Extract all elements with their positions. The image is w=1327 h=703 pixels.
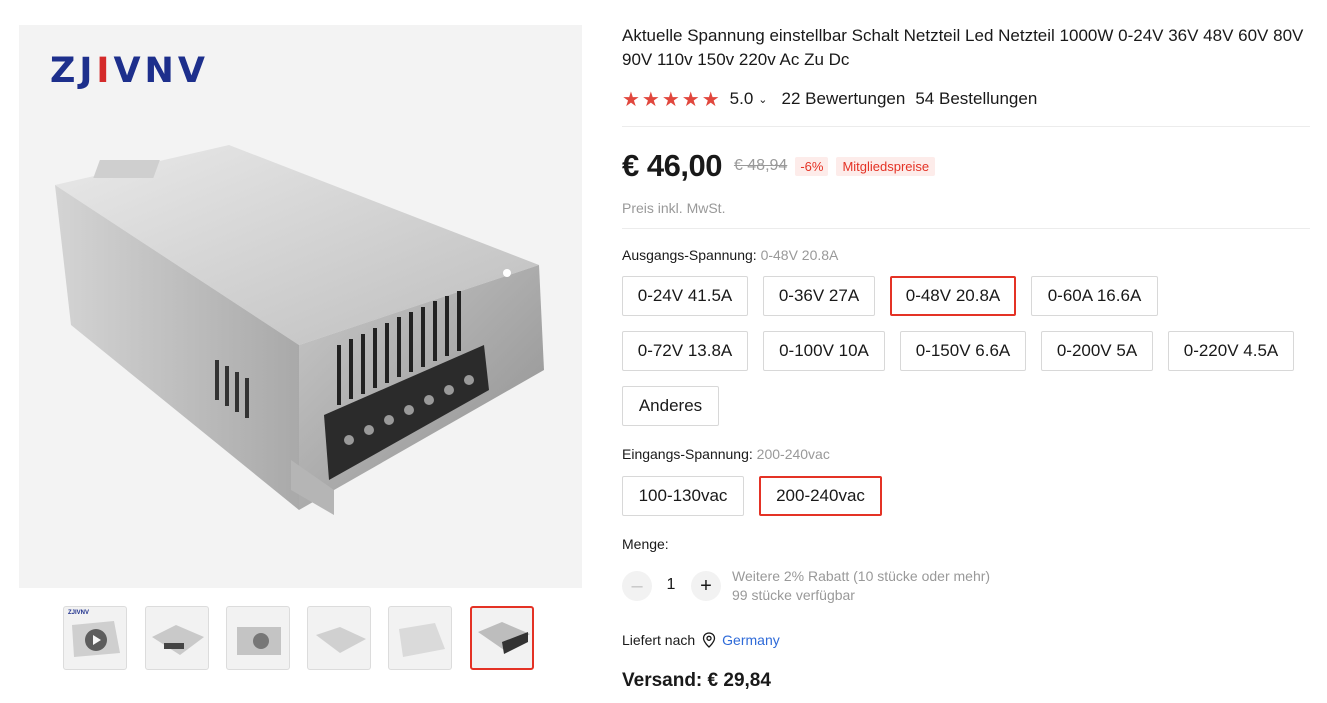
star-rating-icon: ★★★★★ [622, 88, 722, 111]
option-output-0-72v[interactable]: 0-72V 13.8A [622, 331, 748, 371]
thumbnail-2[interactable] [145, 606, 209, 670]
brand-logo: ZJIVNV [50, 51, 209, 91]
divider [622, 126, 1310, 127]
delivery-row: Liefert nach Germany [622, 632, 780, 648]
thumbnail-3[interactable] [226, 606, 290, 670]
rating-value[interactable]: 5.0 [730, 89, 754, 109]
quantity-notes: Weitere 2% Rabatt (10 stücke oder mehr) … [732, 567, 990, 605]
option-output-0-200v[interactable]: 0-200V 5A [1041, 331, 1153, 371]
chevron-down-icon[interactable]: ⌄ [758, 93, 767, 106]
quantity-label: Menge: [622, 536, 669, 552]
power-supply-illustration [55, 145, 544, 515]
product-title: Aktuelle Spannung einstellbar Schalt Net… [622, 26, 1304, 69]
discount-badge: -6% [795, 156, 829, 176]
thumbnail-5[interactable] [388, 606, 452, 670]
option-input-200-240vac[interactable]: 200-240vac [759, 476, 882, 516]
quantity-value[interactable]: 1 [662, 576, 680, 594]
price-row: € 46,00 € 48,94 -6% Mitgliedspreise [622, 146, 936, 186]
orders-count: 54 Bestellungen [915, 89, 1038, 108]
main-product-image[interactable]: ZJIVNV [19, 25, 582, 588]
location-pin-icon [703, 632, 716, 648]
divider [622, 228, 1310, 229]
stock-note: 99 stücke verfügbar [732, 587, 855, 603]
delivery-label: Liefert nach [622, 632, 696, 648]
shipping-cost: Versand: € 29,84 [622, 670, 771, 691]
input-voltage-selected: 200-240vac [756, 446, 830, 462]
reviews-link[interactable]: 22 Bewertungen [782, 89, 906, 109]
bulk-discount-note: Weitere 2% Rabatt (10 stücke oder mehr) [732, 568, 991, 584]
option-output-0-220v[interactable]: 0-220V 4.5A [1168, 331, 1294, 371]
current-price: € 46,00 [622, 148, 722, 183]
thumbnail-product-image [478, 622, 530, 654]
tax-note: Preis inkl. MwSt. [622, 200, 726, 216]
thumbnail-product-image [237, 627, 281, 655]
option-output-other[interactable]: Anderes [622, 386, 719, 426]
quantity-increase-button[interactable]: + [691, 571, 721, 601]
option-input-100-130vac[interactable]: 100-130vac [622, 476, 744, 516]
delivery-country-link[interactable]: Germany [722, 632, 780, 648]
option-output-0-48v[interactable]: 0-48V 20.8A [890, 276, 1016, 316]
thumbnail-product-image [399, 623, 445, 657]
thumbnail-product-image [152, 625, 204, 655]
play-icon [85, 629, 107, 651]
thumbnail-4[interactable] [307, 606, 371, 670]
option-output-0-36v[interactable]: 0-36V 27A [763, 276, 875, 316]
original-price: € 48,94 [733, 157, 788, 174]
input-voltage-label: Eingangs-Spannung: 200-240vac [622, 446, 830, 462]
option-output-0-24v[interactable]: 0-24V 41.5A [622, 276, 748, 316]
quantity-decrease-button[interactable]: – [622, 571, 652, 601]
option-output-0-100v[interactable]: 0-100V 10A [763, 331, 885, 371]
thumbnail-product-image [316, 627, 366, 653]
rating-row: ★★★★★ 5.0 ⌄ 22 Bewertungen 54 Bestellung… [622, 87, 1037, 111]
option-output-0-60a[interactable]: 0-60A 16.6A [1031, 276, 1158, 316]
thumbnail-6-selected[interactable] [470, 606, 534, 670]
member-price-badge[interactable]: Mitgliedspreise [836, 156, 936, 176]
option-output-0-150v[interactable]: 0-150V 6.6A [900, 331, 1026, 371]
thumbnail-video[interactable]: ZJIVNV [63, 606, 127, 670]
output-voltage-selected: 0-48V 20.8A [760, 247, 839, 263]
output-voltage-label: Ausgangs-Spannung: 0-48V 20.8A [622, 247, 839, 263]
